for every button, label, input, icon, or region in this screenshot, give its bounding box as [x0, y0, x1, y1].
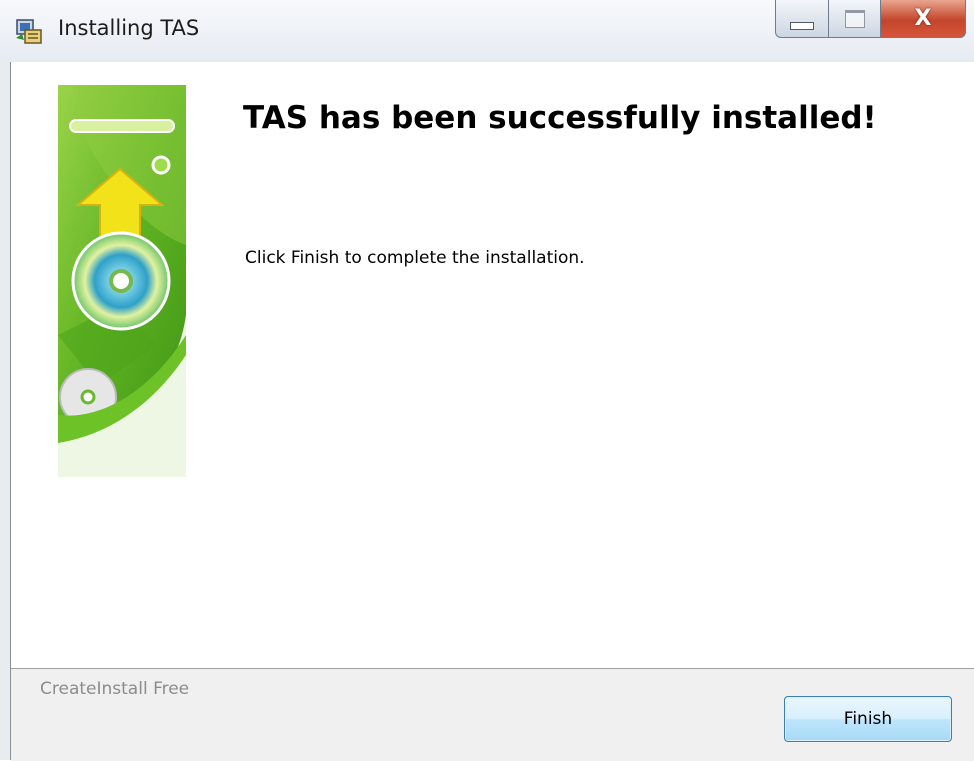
footer: CreateInstall Free Finish	[11, 668, 974, 761]
close-button[interactable]: X	[881, 0, 966, 38]
success-heading: TAS has been successfully installed!	[243, 100, 877, 136]
finish-button[interactable]: Finish	[784, 696, 952, 742]
installer-banner-cd-icon	[58, 85, 186, 477]
maximize-icon	[844, 9, 865, 28]
installer-icon	[16, 19, 42, 44]
minimize-button[interactable]	[775, 0, 829, 38]
title-bar[interactable]: Installing TAS X	[0, 0, 974, 62]
close-icon: X	[914, 6, 932, 31]
window-frame-left	[0, 62, 11, 760]
window-title: Installing TAS	[58, 16, 200, 40]
minimize-icon	[790, 21, 814, 30]
maximize-button[interactable]	[829, 0, 881, 38]
main-content: TAS has been successfully installed! Cli…	[11, 62, 974, 668]
window-controls: X	[775, 0, 966, 40]
instruction-text: Click Finish to complete the installatio…	[245, 248, 585, 268]
installer-brand-label: CreateInstall Free	[40, 679, 190, 699]
